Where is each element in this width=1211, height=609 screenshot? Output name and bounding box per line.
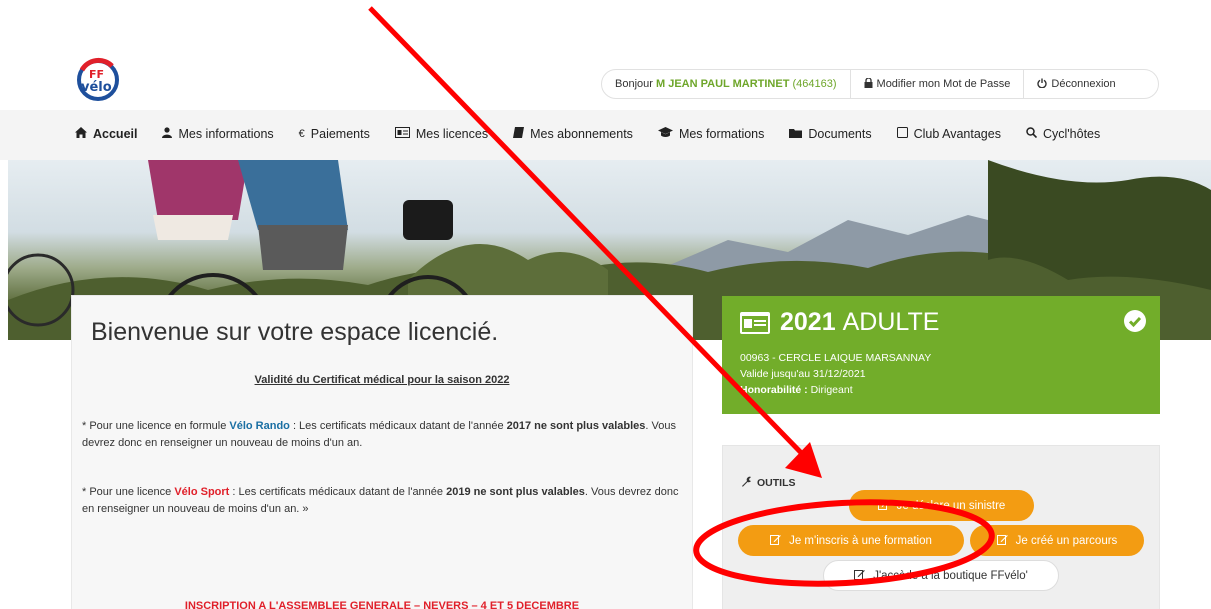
change-password-label: Modifier mon Mot de Passe <box>876 78 1011 90</box>
rando-certificate-notice: * Pour une licence en formule Vélo Rando… <box>82 418 682 452</box>
nav-item-cyclhotes[interactable]: Cycl'hôtes <box>1026 127 1100 141</box>
greeting-text: Bonjour <box>615 78 653 90</box>
folder-icon <box>789 128 803 141</box>
nav-label-formations: Mes formations <box>678 127 765 141</box>
page: FF vélo Bonjour M JEAN PAUL MARTINET (46… <box>0 0 1211 609</box>
book-icon <box>513 127 525 141</box>
tools-panel: OUTILS Je déclare un sinistre Je m'inscr… <box>722 445 1160 609</box>
create-route-button[interactable]: Je créé un parcours <box>970 525 1144 556</box>
nav-item-documents[interactable]: Documents <box>789 127 872 141</box>
graduation-cap-icon <box>657 127 673 141</box>
nav-label-paiements: Paiements <box>310 127 370 141</box>
power-icon <box>1037 78 1048 91</box>
svg-text:vélo: vélo <box>81 80 112 95</box>
training-signup-button[interactable]: Je m'inscris à une formation <box>738 525 964 556</box>
main-nav: Accueil Mes informations € Paiements Mes… <box>75 127 1125 141</box>
logout-link[interactable]: Déconnexion <box>1024 70 1128 98</box>
nav-label-accueil: Accueil <box>93 127 138 141</box>
training-signup-label: Je m'inscris à une formation <box>789 534 932 547</box>
license-club: 00963 - CERCLE LAIQUE MARSANNAY <box>740 352 932 364</box>
honor-value: Dirigeant <box>810 384 853 396</box>
square-icon <box>896 127 908 141</box>
license-details: 00963 - CERCLE LAIQUE MARSANNAY Valide j… <box>740 350 931 398</box>
edit-icon <box>854 569 865 583</box>
p2-year: 2019 ne sont plus valables <box>446 486 585 498</box>
nav-label-informations: Mes informations <box>178 127 274 141</box>
assembly-registration-link[interactable]: INSCRIPTION A L'ASSEMBLEE GENERALE – NEV… <box>72 600 692 609</box>
p1-text-a: * Pour une licence en formule <box>82 420 230 432</box>
p1-year: 2017 ne sont plus valables <box>506 420 646 432</box>
license-year: 2021 <box>780 308 836 336</box>
license-card: 2021 ADULTE 00963 - CERCLE LAIQUE MARSAN… <box>722 296 1160 414</box>
user-icon <box>162 127 173 141</box>
user-bar: Bonjour M JEAN PAUL MARTINET (464163) Mo… <box>601 69 1159 99</box>
change-password-link[interactable]: Modifier mon Mot de Passe <box>851 70 1025 98</box>
license-honor: Honorabilité : Dirigeant <box>740 382 931 398</box>
edit-icon <box>877 499 889 513</box>
p2-text-b: : Les certificats médicaux datant de l'a… <box>229 486 447 498</box>
sport-certificate-notice: * Pour une licence Vélo Sport : Les cert… <box>82 484 682 518</box>
nav-item-informations[interactable]: Mes informations <box>162 127 274 141</box>
license-validity: Valide jusqu'au 31/12/2021 <box>740 368 866 380</box>
p2-formula: Vélo Sport <box>174 486 230 498</box>
check-circle-icon <box>1124 310 1146 332</box>
user-greeting: Bonjour M JEAN PAUL MARTINET (464163) <box>602 70 851 98</box>
create-route-label: Je créé un parcours <box>1015 534 1118 547</box>
wrench-icon <box>741 476 752 490</box>
nav-label-club-avantages: Club Avantages <box>913 127 1001 141</box>
edit-icon <box>770 534 781 548</box>
tools-label-text: OUTILS <box>757 477 796 489</box>
declare-claim-button[interactable]: Je déclare un sinistre <box>849 490 1034 521</box>
nav-label-abonnements: Mes abonnements <box>530 127 633 141</box>
search-icon <box>1026 127 1038 141</box>
declare-claim-label: Je déclare un sinistre <box>896 499 1006 512</box>
license-title: 2021 ADULTE <box>740 308 939 337</box>
home-icon <box>75 127 87 141</box>
nav-label-cyclhotes: Cycl'hôtes <box>1042 127 1101 141</box>
shop-access-label: J'accède à la boutique FFvélo' <box>873 569 1028 582</box>
nav-label-licences: Mes licences <box>415 127 489 141</box>
lock-icon <box>864 76 873 91</box>
p1-text-b: : Les certificats médicaux datant de l'a… <box>289 420 507 432</box>
nav-item-accueil[interactable]: Accueil <box>75 127 137 141</box>
user-id: (464163) <box>792 78 837 90</box>
nav-item-formations[interactable]: Mes formations <box>657 127 765 141</box>
euro-icon: € <box>298 128 305 140</box>
nav-label-documents: Documents <box>808 127 872 141</box>
welcome-title: Bienvenue sur votre espace licencié. <box>91 318 499 346</box>
certificate-validity-title: Validité du Certificat médical pour la s… <box>254 374 510 386</box>
welcome-panel: Bienvenue sur votre espace licencié. Val… <box>71 295 693 609</box>
p2-text-a: * Pour une licence <box>82 486 175 498</box>
logout-label: Déconnexion <box>1051 78 1116 90</box>
tools-label: OUTILS <box>741 476 796 490</box>
license-category: ADULTE <box>842 308 940 336</box>
nav-item-abonnements[interactable]: Mes abonnements <box>513 127 633 141</box>
honor-label: Honorabilité : <box>740 384 808 396</box>
edit-icon <box>996 534 1008 548</box>
nav-item-club-avantages[interactable]: Club Avantages <box>896 127 1001 141</box>
user-name: M JEAN PAUL MARTINET <box>655 78 790 90</box>
p1-formula: Vélo Rando <box>229 420 290 432</box>
nav-item-licences[interactable]: Mes licences <box>394 127 489 141</box>
nav-item-paiements[interactable]: € Paiements <box>299 127 370 141</box>
id-card-icon <box>394 127 410 141</box>
id-card-icon <box>740 311 770 334</box>
ffvelo-logo[interactable]: FF vélo <box>72 56 128 102</box>
shop-access-button[interactable]: J'accède à la boutique FFvélo' <box>823 560 1059 591</box>
